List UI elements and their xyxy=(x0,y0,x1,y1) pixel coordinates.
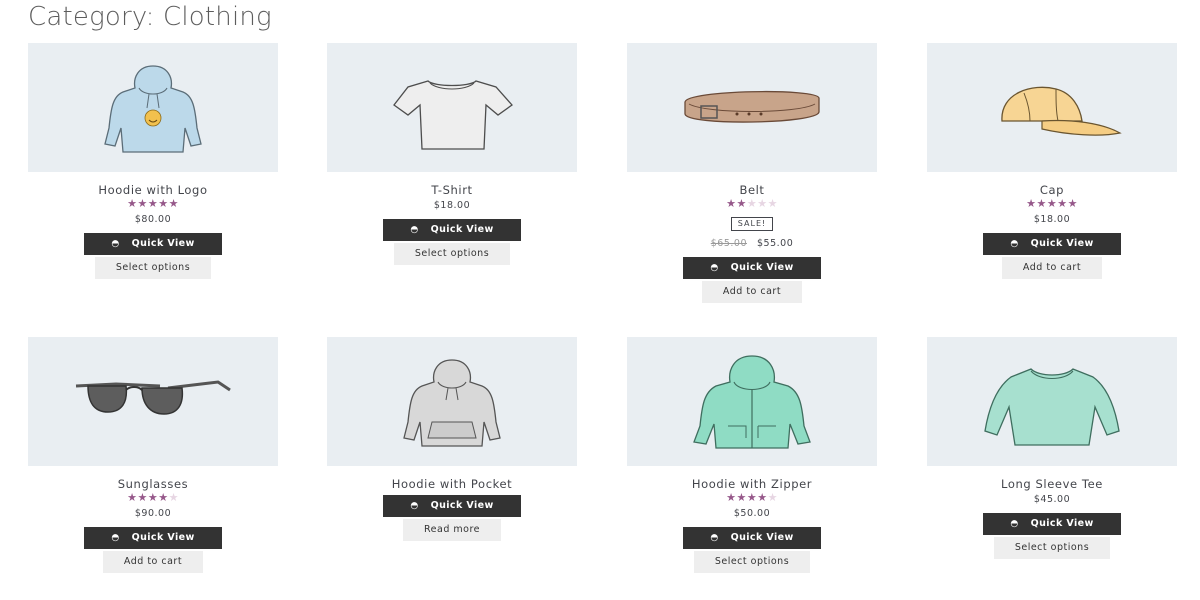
hoodie-with-pocket-image[interactable] xyxy=(327,337,577,466)
quick-view-button[interactable]: ◓ Quick View xyxy=(383,219,521,241)
quick-view-label: Quick View xyxy=(430,500,494,511)
t-shirt-image[interactable] xyxy=(327,43,577,172)
quick-view-label: Quick View xyxy=(430,224,494,235)
quick-view-label: Quick View xyxy=(131,238,195,249)
eye-icon: ◓ xyxy=(410,225,419,235)
read-more-button[interactable]: Read more xyxy=(403,519,501,541)
product-price: $50.00 xyxy=(733,508,771,519)
add-to-cart-button[interactable]: Add to cart xyxy=(102,551,204,573)
eye-icon: ◓ xyxy=(710,533,719,543)
product-name[interactable]: T-Shirt xyxy=(327,183,577,197)
product-card: Hoodie with Pocket ◓ Quick View Read more xyxy=(327,337,577,541)
quick-view-button[interactable]: ◓ Quick View xyxy=(383,495,521,517)
quick-view-button[interactable]: ◓ Quick View xyxy=(84,527,222,549)
product-name[interactable]: Sunglasses xyxy=(28,477,278,491)
select-options-button[interactable]: Select options xyxy=(94,257,212,279)
quick-view-label: Quick View xyxy=(730,532,794,543)
product-card: Cap ★★★★★ $18.00 ◓ Quick View Add to cart xyxy=(927,43,1177,279)
star-rating: ★★★★★ xyxy=(127,492,179,504)
select-options-button[interactable]: Select options xyxy=(993,537,1111,559)
eye-icon: ◓ xyxy=(111,239,120,249)
product-price: $45.00 xyxy=(1033,494,1071,505)
eye-icon: ◓ xyxy=(410,501,419,511)
hoodie-with-logo-image[interactable] xyxy=(28,43,278,172)
product-name[interactable]: Cap xyxy=(927,183,1177,197)
eye-icon: ◓ xyxy=(1010,239,1019,249)
quick-view-label: Quick View xyxy=(1030,518,1094,529)
product-name[interactable]: Hoodie with Pocket xyxy=(327,477,577,491)
product-price: $65.00 $55.00 xyxy=(627,237,877,251)
product-price: $90.00 xyxy=(134,508,172,519)
star-rating: ★★★★★ xyxy=(1026,198,1078,210)
quick-view-button[interactable]: ◓ Quick View xyxy=(683,257,821,279)
star-rating: ★★★★★ xyxy=(726,198,778,210)
product-card: Long Sleeve Tee $45.00 ◓ Quick View Selec… xyxy=(927,337,1177,559)
product-price: $80.00 xyxy=(134,214,172,225)
add-to-cart-button[interactable]: Add to cart xyxy=(1001,257,1103,279)
product-price: $18.00 xyxy=(433,200,471,211)
quick-view-button[interactable]: ◓ Quick View xyxy=(983,233,1121,255)
quick-view-button[interactable]: ◓ Quick View xyxy=(84,233,222,255)
quick-view-label: Quick View xyxy=(730,262,794,273)
product-name[interactable]: Long Sleeve Tee xyxy=(927,477,1177,491)
belt-image[interactable] xyxy=(627,43,877,172)
sale-price: $55.00 xyxy=(757,238,794,249)
product-card: Hoodie with Zipper ★★★★★ $50.00 ◓ Quick V… xyxy=(627,337,877,573)
quick-view-button[interactable]: ◓ Quick View xyxy=(983,513,1121,535)
sale-badge: SALE! xyxy=(730,217,774,231)
product-name[interactable]: Belt xyxy=(627,183,877,197)
sunglasses-image[interactable] xyxy=(28,337,278,466)
add-to-cart-button[interactable]: Add to cart xyxy=(701,281,803,303)
eye-icon: ◓ xyxy=(111,533,120,543)
star-rating: ★★★★★ xyxy=(726,492,778,504)
product-card: Hoodie with Logo ★★★★★ $80.00 ◓ Quick Vie… xyxy=(28,43,278,279)
product-card: Sunglasses ★★★★★ $90.00 ◓ Quick View Add … xyxy=(28,337,278,573)
long-sleeve-tee-image[interactable] xyxy=(927,337,1177,466)
product-name[interactable]: Hoodie with Zipper xyxy=(627,477,877,491)
eye-icon: ◓ xyxy=(1010,519,1019,529)
product-card: T-Shirt $18.00 ◓ Quick View Select option… xyxy=(327,43,577,265)
old-price: $65.00 xyxy=(710,238,747,249)
hoodie-with-zipper-image[interactable] xyxy=(627,337,877,466)
product-price: $18.00 xyxy=(1033,214,1071,225)
quick-view-label: Quick View xyxy=(131,532,195,543)
star-rating: ★★★★★ xyxy=(127,198,179,210)
select-options-button[interactable]: Select options xyxy=(393,243,511,265)
cap-image[interactable] xyxy=(927,43,1177,172)
product-name[interactable]: Hoodie with Logo xyxy=(28,183,278,197)
product-grid: Hoodie with Logo ★★★★★ $80.00 ◓ Quick Vie… xyxy=(0,0,1200,600)
quick-view-button[interactable]: ◓ Quick View xyxy=(683,527,821,549)
quick-view-label: Quick View xyxy=(1030,238,1094,249)
product-card: Belt ★★★★★ SALE! $65.00 $55.00 ◓ Quick Vie… xyxy=(627,43,877,303)
select-options-button[interactable]: Select options xyxy=(693,551,811,573)
eye-icon: ◓ xyxy=(710,263,719,273)
